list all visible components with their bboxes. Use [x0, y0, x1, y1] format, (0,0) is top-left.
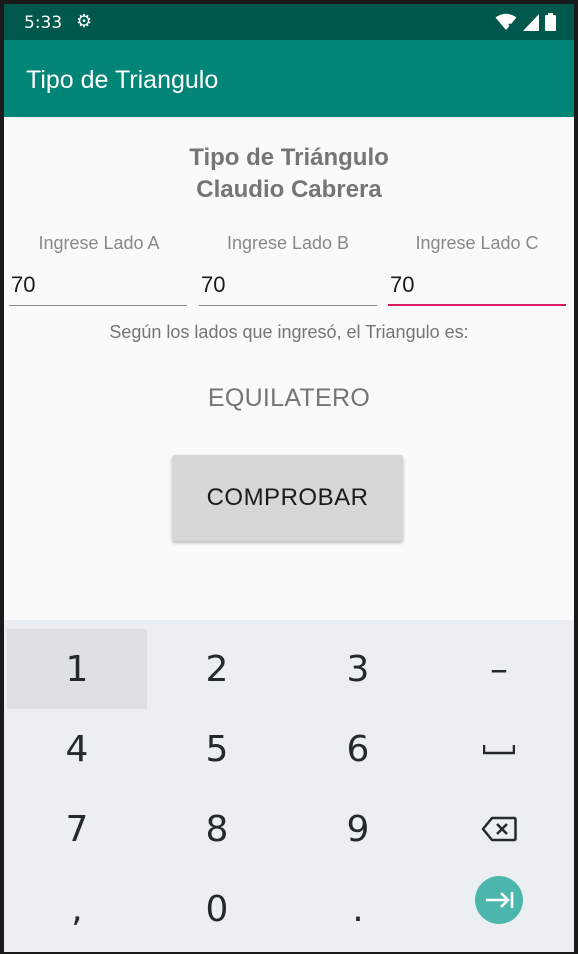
lado-b-value: 70 [201, 272, 226, 297]
space-icon [483, 745, 515, 755]
key-0[interactable]: 0 [147, 869, 287, 949]
status-bar: 5:33 ⚙ [4, 4, 574, 40]
lado-c-value: 70 [390, 272, 415, 297]
key-backspace[interactable] [429, 789, 569, 869]
key-period[interactable]: . [288, 869, 428, 949]
lado-a-value: 70 [11, 272, 36, 297]
key-2[interactable]: 2 [147, 629, 287, 709]
key-7[interactable]: 7 [7, 789, 147, 869]
numeric-keyboard: 1 2 3 – 4 5 6 7 8 9 , 0 . [4, 620, 574, 952]
label-lado-b: Ingrese Lado B [226, 233, 350, 253]
main-content: Tipo de Triángulo Claudio Cabrera Ingres… [4, 117, 574, 620]
next-arrow-icon [486, 892, 514, 908]
result-label: Según los lados que ingresó, el Triangul… [109, 322, 469, 342]
key-space[interactable] [429, 709, 569, 789]
label-lado-a: Ingrese Lado A [38, 233, 160, 253]
key-5[interactable]: 5 [147, 709, 287, 789]
heading-title: Tipo de Triángulo [189, 144, 389, 171]
key-8[interactable]: 8 [147, 789, 287, 869]
app-bar: Tipo de Triangulo [4, 40, 574, 117]
comprobar-button[interactable]: COMPROBAR [172, 455, 403, 541]
key-1[interactable]: 1 [7, 629, 147, 709]
gear-icon: ⚙ [76, 11, 93, 32]
key-9[interactable]: 9 [288, 789, 428, 869]
status-time: 5:33 [24, 13, 63, 33]
page-heading: Tipo de Triángulo Claudio Cabrera [4, 142, 574, 206]
key-6[interactable]: 6 [288, 709, 428, 789]
result-value: EQUILATERO [207, 384, 371, 412]
heading-author: Claudio Cabrera [196, 176, 382, 203]
app-title: Tipo de Triangulo [26, 66, 219, 94]
next-button-circle [475, 876, 523, 924]
wifi-icon [495, 13, 517, 30]
backspace-icon [481, 816, 517, 842]
lado-a-input[interactable]: 70 [9, 266, 187, 306]
key-comma[interactable]: , [7, 869, 147, 949]
key-minus[interactable]: – [429, 629, 569, 709]
lado-b-input[interactable]: 70 [199, 266, 377, 306]
key-4[interactable]: 4 [7, 709, 147, 789]
label-lado-c: Ingrese Lado C [415, 233, 539, 253]
phone-screen: 5:33 ⚙ Tipo de Triangulo Tipo de Triángu… [4, 4, 574, 952]
key-3[interactable]: 3 [288, 629, 428, 709]
key-next[interactable] [429, 869, 569, 949]
lado-c-input[interactable]: 70 [388, 266, 566, 306]
signal-icon [523, 13, 539, 31]
status-icons [495, 13, 556, 31]
battery-icon [545, 13, 556, 31]
